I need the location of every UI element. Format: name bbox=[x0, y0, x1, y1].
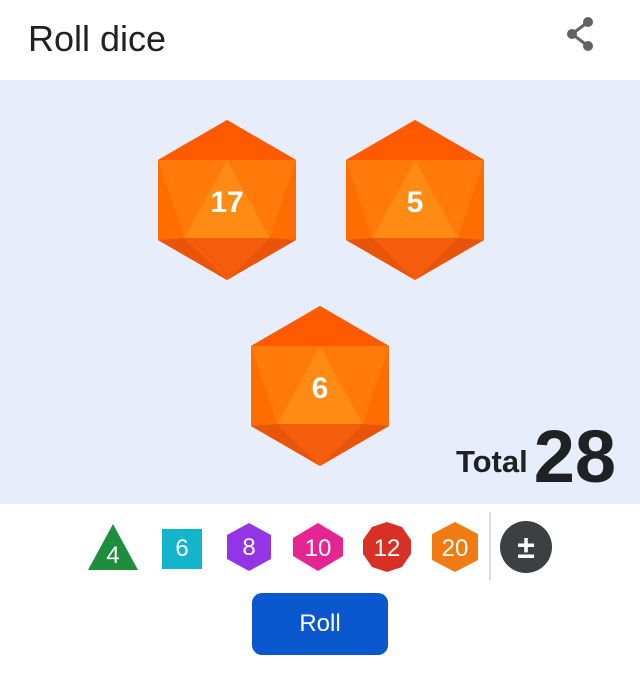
total-label: Total bbox=[455, 444, 528, 479]
d12-button[interactable]: 12 bbox=[360, 520, 414, 574]
d20-die[interactable]: 6 bbox=[248, 306, 392, 466]
d10-label: 10 bbox=[304, 535, 332, 562]
d10-button[interactable]: 10 bbox=[291, 520, 345, 574]
share-icon bbox=[567, 17, 593, 51]
d12-label: 12 bbox=[373, 535, 401, 562]
total-display: Total 28 bbox=[456, 420, 616, 494]
die-value: 6 bbox=[311, 372, 329, 405]
d8-label: 8 bbox=[242, 534, 256, 561]
dice-stage: 17 5 6 Total 28 bbox=[0, 80, 640, 504]
d4-label: 4 bbox=[106, 542, 120, 569]
roll-button[interactable]: Roll bbox=[252, 593, 388, 655]
die-value: 5 bbox=[406, 186, 424, 219]
dice-type-selector: 4 6 8 10 12 20 ± bbox=[0, 504, 640, 588]
header: Roll dice bbox=[0, 0, 640, 80]
page-title: Roll dice bbox=[28, 18, 167, 59]
d8-button[interactable]: 8 bbox=[222, 520, 276, 574]
modifier-label: ± bbox=[517, 528, 535, 565]
d6-button[interactable]: 6 bbox=[155, 520, 209, 574]
total-value: 28 bbox=[533, 415, 616, 498]
die-value: 17 bbox=[210, 186, 244, 219]
d20-button[interactable]: 20 bbox=[428, 520, 482, 574]
d4-button[interactable]: 4 bbox=[86, 520, 140, 574]
d6-label: 6 bbox=[175, 535, 189, 562]
modifier-button[interactable]: ± bbox=[499, 520, 553, 574]
d20-label: 20 bbox=[441, 535, 469, 562]
d20-die[interactable]: 17 bbox=[155, 120, 299, 280]
d20-die[interactable]: 5 bbox=[343, 120, 487, 280]
divider bbox=[489, 512, 491, 580]
share-button[interactable] bbox=[562, 14, 602, 54]
